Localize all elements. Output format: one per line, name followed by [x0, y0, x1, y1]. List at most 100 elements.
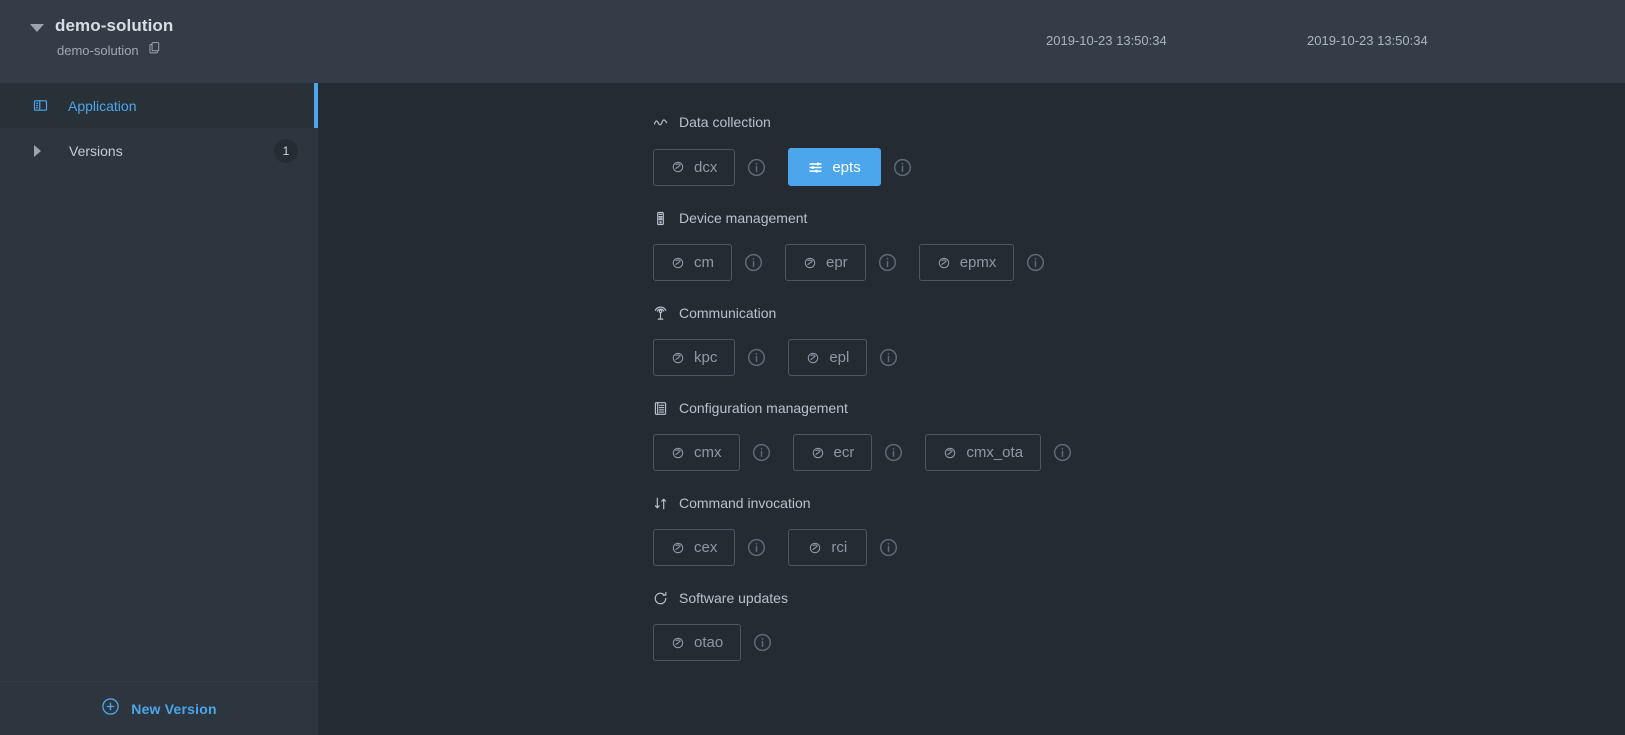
info-icon[interactable]: [879, 538, 898, 557]
header-solution-block: demo-solution demo-solution: [0, 0, 330, 83]
module-icon: [671, 541, 685, 555]
copy-icon[interactable]: [148, 41, 161, 59]
module-chip-epts[interactable]: epts: [788, 148, 881, 186]
section-title: Communication: [679, 305, 777, 321]
module-icon: [671, 351, 685, 365]
module-chip-label: rci: [831, 539, 848, 556]
chip-group: otao: [653, 624, 782, 661]
info-icon[interactable]: [884, 443, 903, 462]
module-icon: [671, 160, 685, 174]
module-chip-label: cm: [694, 254, 714, 271]
section-header: Software updates: [653, 589, 1625, 607]
section-title: Software updates: [679, 590, 788, 606]
antenna-icon: [653, 306, 668, 321]
info-icon[interactable]: [752, 443, 771, 462]
section-title: Command invocation: [679, 495, 811, 511]
sidebar: Application Versions 1 New Version: [0, 83, 318, 735]
section-header: Communication: [653, 304, 1625, 322]
module-chip-rci[interactable]: rci: [788, 529, 868, 566]
body-area: Application Versions 1 New Version Data …: [0, 83, 1625, 735]
info-icon[interactable]: [744, 253, 763, 272]
chip-group: epmx: [918, 244, 1056, 281]
module-chip-kpc[interactable]: kpc: [653, 339, 736, 376]
module-chip-cmx[interactable]: cmx: [653, 434, 740, 471]
module-chip-dcx[interactable]: dcx: [653, 148, 736, 186]
module-icon: [943, 446, 957, 460]
module-chip-label: epmx: [959, 254, 997, 271]
section-configuration-management: Configuration management cmx ecr cmx_ota: [653, 399, 1625, 471]
timestamp-created: 2019-10-23 13:50:34: [1046, 33, 1167, 48]
chip-group: cm: [653, 244, 773, 281]
timestamp-updated: 2019-10-23 13:50:34: [1307, 33, 1428, 48]
info-icon[interactable]: [1053, 443, 1072, 462]
chip-group: epts: [788, 148, 921, 186]
section-header: Device management: [653, 209, 1625, 227]
sidebar-item-versions[interactable]: Versions 1: [0, 128, 318, 173]
info-icon[interactable]: [753, 633, 772, 652]
caret-down-icon[interactable]: [30, 23, 44, 32]
chip-row: kpc epl: [653, 339, 1625, 376]
module-chip-epmx[interactable]: epmx: [918, 244, 1015, 281]
module-chip-epl[interactable]: epl: [788, 339, 868, 376]
new-version-button[interactable]: New Version: [0, 681, 318, 735]
chip-row: cex rci: [653, 529, 1625, 566]
info-icon[interactable]: [747, 538, 766, 557]
section-header: Command invocation: [653, 494, 1625, 512]
info-icon[interactable]: [1026, 253, 1045, 272]
module-chip-label: cmx_ota: [966, 444, 1024, 461]
section-title: Data collection: [679, 114, 771, 130]
document-list-icon: [653, 401, 668, 416]
app-root: demo-solution demo-solution 2019-10-23 1…: [0, 0, 1625, 735]
module-chip-otao[interactable]: otao: [653, 624, 742, 661]
chip-row: cm epr epmx: [653, 244, 1625, 281]
module-icon: [811, 446, 825, 460]
chip-group: kpc: [653, 339, 776, 376]
page-title: demo-solution: [55, 16, 174, 35]
section-software-updates: Software updates otao: [653, 589, 1625, 661]
sliders-icon: [808, 160, 823, 175]
module-sections: Data collection dcx epts Device management c…: [653, 113, 1625, 661]
section-title: Configuration management: [679, 400, 848, 416]
module-icon: [806, 351, 820, 365]
module-chip-cex[interactable]: cex: [653, 529, 736, 566]
solution-title-row[interactable]: demo-solution: [30, 16, 330, 36]
solution-subtitle-row: demo-solution: [57, 41, 330, 59]
module-chip-label: cmx: [694, 444, 722, 461]
section-header: Data collection: [653, 113, 1625, 131]
module-icon: [671, 636, 685, 650]
chip-row: otao: [653, 624, 1625, 661]
module-chip-label: otao: [694, 634, 724, 651]
section-communication: Communication kpc epl: [653, 304, 1625, 376]
info-icon[interactable]: [747, 158, 766, 177]
module-chip-cm[interactable]: cm: [653, 244, 732, 281]
refresh-icon: [653, 591, 668, 606]
info-icon[interactable]: [747, 348, 766, 367]
info-icon[interactable]: [878, 253, 897, 272]
module-chip-label: epts: [832, 158, 861, 176]
solution-subtitle: demo-solution: [57, 42, 139, 58]
chip-group: epr: [785, 244, 907, 281]
caret-right-icon[interactable]: [34, 144, 41, 157]
info-icon[interactable]: [893, 158, 912, 177]
module-chip-ecr[interactable]: ecr: [792, 434, 873, 471]
module-chip-epr[interactable]: epr: [785, 244, 866, 281]
module-chip-label: cex: [694, 539, 718, 556]
chip-group: ecr: [792, 434, 914, 471]
module-icon: [808, 541, 822, 555]
section-data-collection: Data collection dcx epts: [653, 113, 1625, 186]
versions-count-badge: 1: [274, 138, 298, 163]
module-chip-label: epl: [829, 349, 850, 366]
module-chip-cmx_ota[interactable]: cmx_ota: [925, 434, 1042, 471]
plus-circle-icon: [101, 697, 120, 721]
module-icon: [937, 256, 951, 270]
device-icon: [653, 211, 668, 226]
info-icon[interactable]: [879, 348, 898, 367]
section-command-invocation: Command invocation cex rci: [653, 494, 1625, 566]
sidebar-item-application[interactable]: Application: [0, 83, 318, 128]
chip-group: rci: [788, 529, 908, 566]
chip-group: cmx_ota: [925, 434, 1082, 471]
module-icon: [671, 256, 685, 270]
module-icon: [803, 256, 817, 270]
main-content: Data collection dcx epts Device management c…: [318, 83, 1625, 735]
application-icon: [30, 98, 50, 113]
